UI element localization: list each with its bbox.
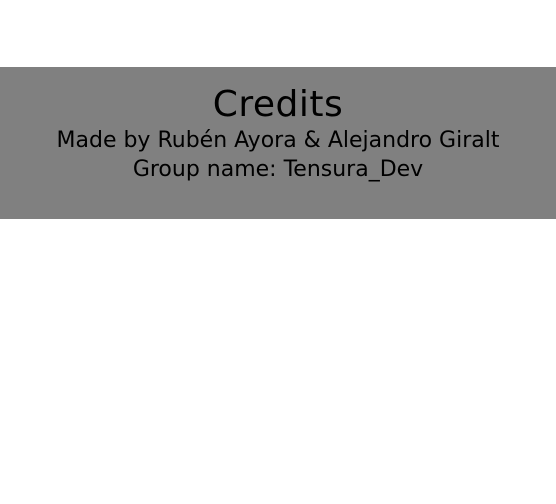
credits-panel: Credits Made by Rubén Ayora & Alejandro … — [0, 67, 556, 219]
made-by-text: Made by Rubén Ayora & Alejandro Giralt — [56, 128, 500, 153]
credits-screen: Credits Made by Rubén Ayora & Alejandro … — [0, 0, 556, 504]
credits-title: Credits — [212, 84, 344, 125]
group-name-text: Group name: Tensura_Dev — [132, 157, 424, 182]
